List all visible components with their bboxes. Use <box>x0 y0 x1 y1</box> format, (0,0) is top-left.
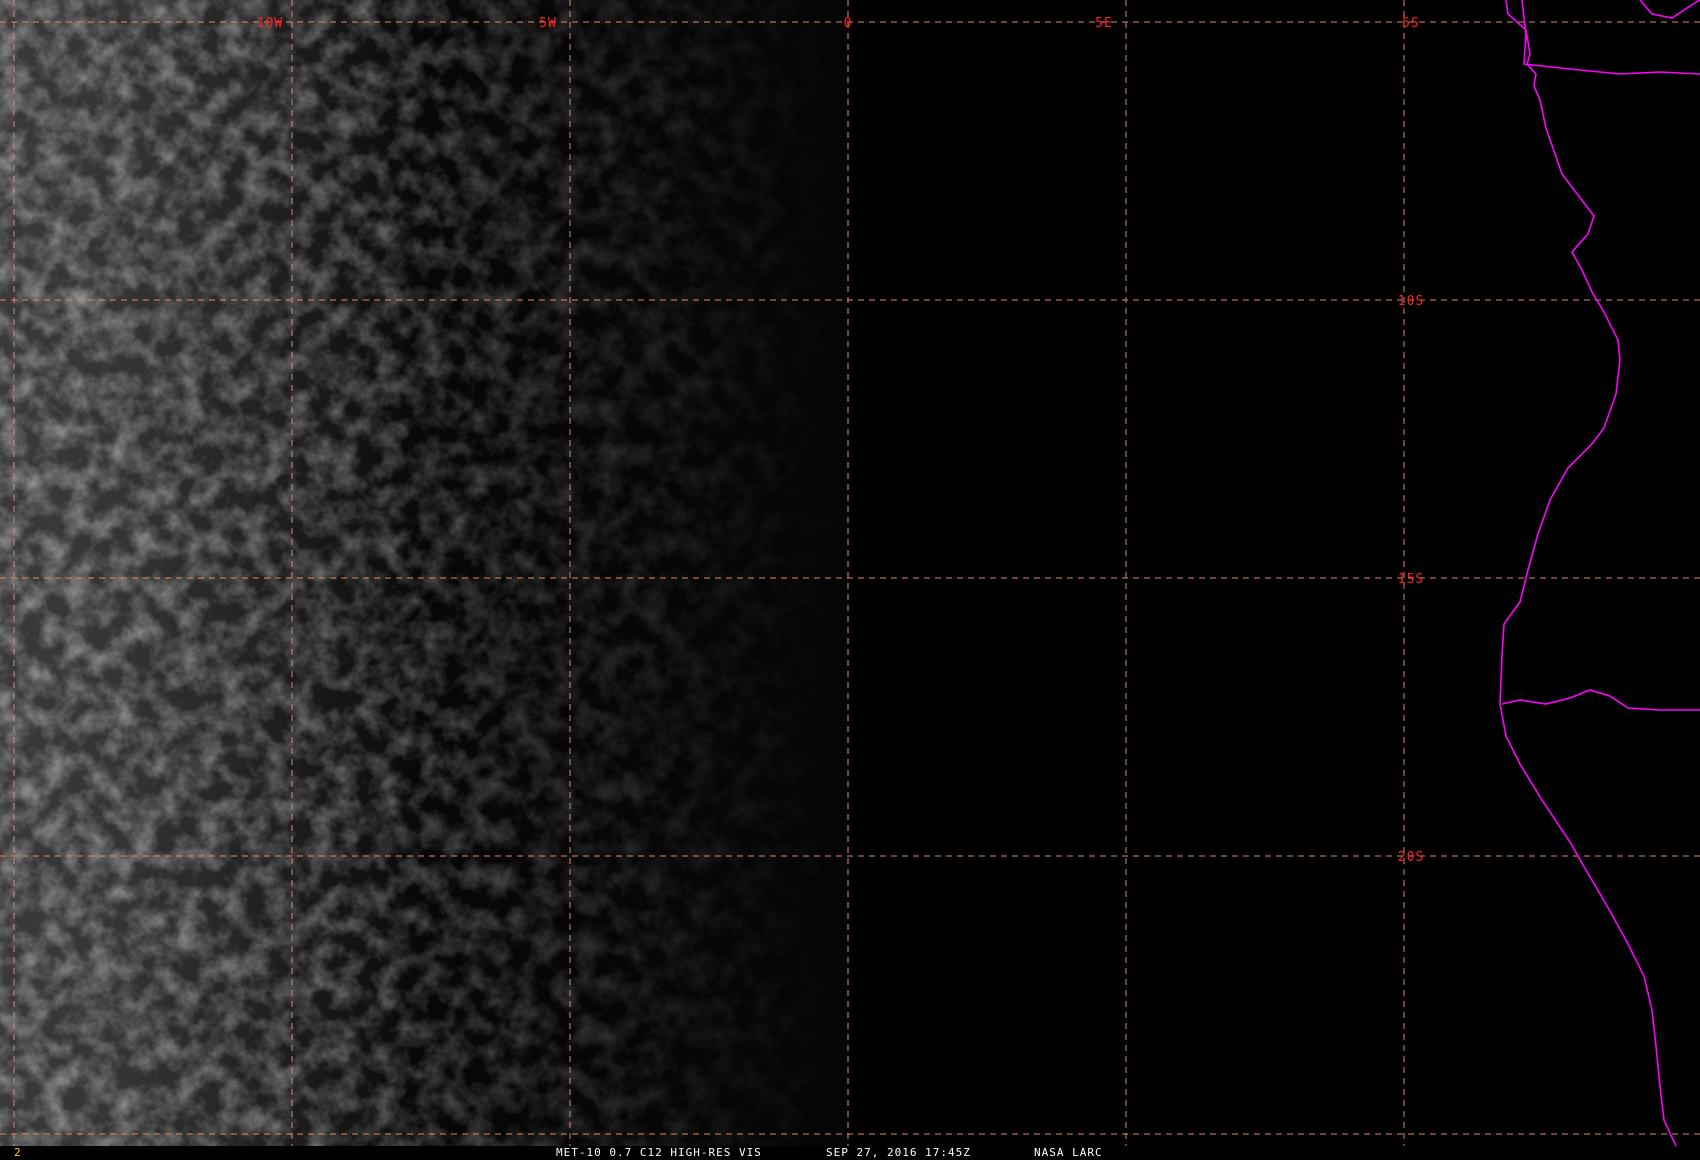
product-label: MET-10 0.7 C12 HIGH-RES VIS <box>556 1146 762 1159</box>
latitude-label: 5S <box>1402 16 1420 31</box>
source-label: NASA LARC <box>1034 1146 1103 1159</box>
latitude-label: 10S <box>1398 294 1424 309</box>
frame-number: 2 <box>14 1146 22 1159</box>
satellite-image-map[interactable]: 10W 5W 0 5E 5S 10S 15S 20S <box>0 0 1700 1146</box>
longitude-label: 5E <box>1095 16 1113 31</box>
datetime-label: SEP 27, 2016 17:45Z <box>826 1146 971 1159</box>
satellite-viewer: 10W 5W 0 5E 5S 10S 15S 20S 2 MET-10 0.7 C12 HIG… <box>0 0 1700 1160</box>
latitude-label: 20S <box>1398 850 1424 865</box>
longitude-label: 10W <box>257 16 283 31</box>
cloud-field <box>0 0 850 1146</box>
longitude-label: 5W <box>539 16 557 31</box>
latitude-label: 15S <box>1398 572 1424 587</box>
status-bar: 2 MET-10 0.7 C12 HIGH-RES VIS SEP 27, 20… <box>0 1146 1700 1160</box>
longitude-label: 0 <box>844 16 853 31</box>
